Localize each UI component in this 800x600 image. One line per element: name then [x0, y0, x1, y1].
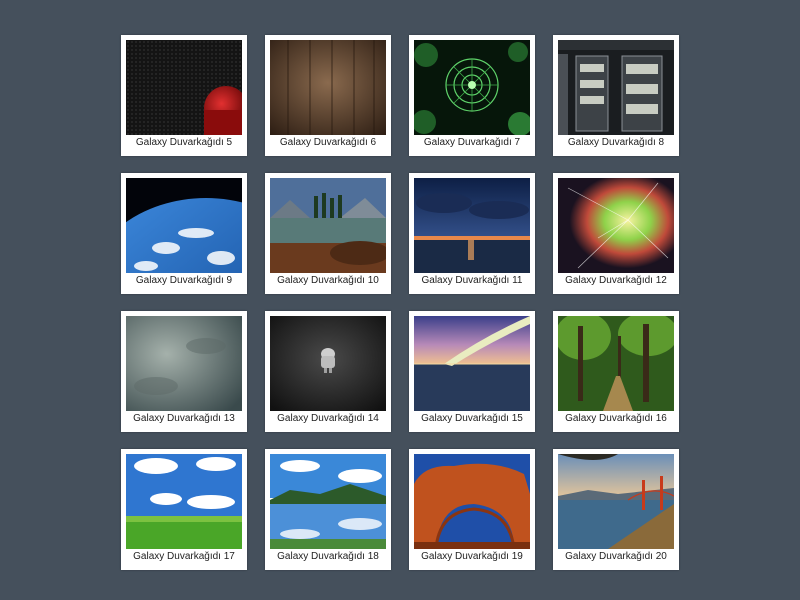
wallpaper-tile[interactable]: Galaxy Duvarkağıdı 11	[409, 173, 535, 294]
wallpaper-tile[interactable]: Galaxy Duvarkağıdı 19	[409, 449, 535, 570]
wallpaper-caption[interactable]: Galaxy Duvarkağıdı 10	[270, 273, 386, 289]
wallpaper-thumbnail[interactable]	[414, 316, 530, 411]
wallpaper-tile[interactable]: Galaxy Duvarkağıdı 6	[265, 35, 391, 156]
wallpaper-caption[interactable]: Galaxy Duvarkağıdı 9	[126, 273, 242, 289]
wallpaper-thumbnail[interactable]	[414, 454, 530, 549]
wallpaper-caption[interactable]: Galaxy Duvarkağıdı 20	[558, 549, 674, 565]
wallpaper-thumbnail[interactable]	[126, 40, 242, 135]
wallpaper-thumbnail[interactable]	[126, 316, 242, 411]
wallpaper-tile[interactable]: Galaxy Duvarkağıdı 9	[121, 173, 247, 294]
wallpaper-caption[interactable]: Galaxy Duvarkağıdı 11	[414, 273, 530, 289]
wallpaper-caption[interactable]: Galaxy Duvarkağıdı 15	[414, 411, 530, 427]
wallpaper-thumbnail[interactable]	[558, 316, 674, 411]
wallpaper-caption[interactable]: Galaxy Duvarkağıdı 7	[414, 135, 530, 151]
wallpaper-tile[interactable]: Galaxy Duvarkağıdı 14	[265, 311, 391, 432]
wallpaper-thumbnail[interactable]	[270, 40, 386, 135]
wallpaper-caption[interactable]: Galaxy Duvarkağıdı 5	[126, 135, 242, 151]
wallpaper-thumbnail[interactable]	[270, 316, 386, 411]
wallpaper-caption[interactable]: Galaxy Duvarkağıdı 6	[270, 135, 386, 151]
wallpaper-thumbnail[interactable]	[558, 454, 674, 549]
wallpaper-tile[interactable]: Galaxy Duvarkağıdı 15	[409, 311, 535, 432]
wallpaper-caption[interactable]: Galaxy Duvarkağıdı 16	[558, 411, 674, 427]
wallpaper-caption[interactable]: Galaxy Duvarkağıdı 18	[270, 549, 386, 565]
wallpaper-tile[interactable]: Galaxy Duvarkağıdı 13	[121, 311, 247, 432]
wallpaper-tile[interactable]: Galaxy Duvarkağıdı 17	[121, 449, 247, 570]
wallpaper-tile[interactable]: Galaxy Duvarkağıdı 7	[409, 35, 535, 156]
wallpaper-tile[interactable]: Galaxy Duvarkağıdı 16	[553, 311, 679, 432]
wallpaper-caption[interactable]: Galaxy Duvarkağıdı 19	[414, 549, 530, 565]
wallpaper-thumbnail[interactable]	[126, 454, 242, 549]
wallpaper-thumbnail[interactable]	[270, 454, 386, 549]
wallpaper-thumbnail[interactable]	[270, 178, 386, 273]
wallpaper-thumbnail[interactable]	[126, 178, 242, 273]
wallpaper-tile[interactable]: Galaxy Duvarkağıdı 8	[553, 35, 679, 156]
wallpaper-tile[interactable]: Galaxy Duvarkağıdı 12	[553, 173, 679, 294]
wallpaper-gallery: Galaxy Duvarkağıdı 5 Galaxy Duvarkağıdı …	[121, 35, 679, 570]
wallpaper-caption[interactable]: Galaxy Duvarkağıdı 8	[558, 135, 674, 151]
wallpaper-caption[interactable]: Galaxy Duvarkağıdı 13	[126, 411, 242, 427]
wallpaper-caption[interactable]: Galaxy Duvarkağıdı 17	[126, 549, 242, 565]
wallpaper-tile[interactable]: Galaxy Duvarkağıdı 18	[265, 449, 391, 570]
wallpaper-caption[interactable]: Galaxy Duvarkağıdı 12	[558, 273, 674, 289]
wallpaper-caption[interactable]: Galaxy Duvarkağıdı 14	[270, 411, 386, 427]
wallpaper-tile[interactable]: Galaxy Duvarkağıdı 5	[121, 35, 247, 156]
wallpaper-tile[interactable]: Galaxy Duvarkağıdı 20	[553, 449, 679, 570]
wallpaper-tile[interactable]: Galaxy Duvarkağıdı 10	[265, 173, 391, 294]
wallpaper-thumbnail[interactable]	[558, 178, 674, 273]
wallpaper-thumbnail[interactable]	[558, 40, 674, 135]
wallpaper-thumbnail[interactable]	[414, 178, 530, 273]
wallpaper-thumbnail[interactable]	[414, 40, 530, 135]
